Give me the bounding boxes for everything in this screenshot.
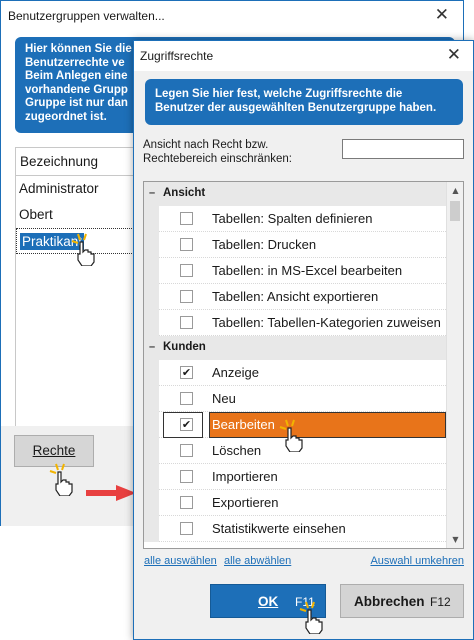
info-box: Legen Sie hier fest, welche Zugriffsrech… [145, 79, 463, 125]
rights-item-label: Tabellen: Spalten definieren [212, 211, 373, 226]
dialog-title: Zugriffsrechte [140, 49, 214, 63]
row-gutter [144, 386, 159, 412]
close-icon[interactable]: ✕ [447, 45, 461, 65]
row-gutter [144, 464, 159, 490]
cancel-button-label: Abbrechen [354, 594, 425, 609]
ok-button-label: OK [258, 594, 279, 609]
scroll-thumb[interactable] [450, 201, 460, 221]
rights-item-label: Neu [212, 391, 236, 406]
cancel-button[interactable]: Abbrechen F12 [340, 584, 464, 618]
red-arrow-icon [86, 485, 136, 501]
rights-item-label: Exportieren [212, 495, 279, 510]
access-rights-dialog: Zugriffsrechte ✕ Legen Sie hier fest, we… [133, 40, 474, 640]
checkbox-checked[interactable]: ✔ [180, 366, 193, 379]
checkbox[interactable] [180, 444, 193, 457]
rights-item[interactable]: ✔ Anzeige [144, 360, 446, 386]
row-gutter [144, 438, 159, 464]
checkbox-checked[interactable]: ✔ [180, 418, 193, 431]
rights-list[interactable]: – Ansicht Tabellen: Spalten definieren T… [143, 181, 464, 549]
rights-item[interactable]: Statistikwerte einsehen [144, 516, 446, 542]
rights-item[interactable]: Tabellen: Tabellen-Kategorien zuweisen [144, 310, 446, 336]
rights-item-label: Bearbeiten [212, 417, 275, 432]
scroll-down-icon[interactable]: ▼ [447, 531, 463, 548]
group-label: Kunden [163, 341, 206, 353]
filter-label: Ansicht nach Recht bzw. Rechtebereich ei… [143, 139, 292, 165]
rights-item-label: Tabellen: in MS-Excel bearbeiten [212, 263, 403, 278]
rights-item-label: Tabellen: Drucken [212, 237, 317, 252]
rights-item[interactable]: Tabellen: in MS-Excel bearbeiten [144, 258, 446, 284]
row-gutter [144, 516, 159, 542]
window-title: Benutzergruppen verwalten... [8, 9, 165, 23]
vertical-scrollbar[interactable]: ▲ ▼ [446, 182, 463, 548]
rechte-button-label: Rechte [32, 443, 76, 458]
row-gutter [144, 206, 159, 232]
cancel-shortcut-key: F12 [430, 595, 451, 609]
rights-item[interactable]: Importieren [144, 464, 446, 490]
rights-item-label: Importieren [212, 469, 278, 484]
checkbox[interactable] [180, 496, 193, 509]
rights-item-label: Anzeige [212, 365, 259, 380]
hand-cursor-icon [299, 601, 323, 634]
rights-item[interactable]: Tabellen: Drucken [144, 232, 446, 258]
rights-item-label: Tabellen: Ansicht exportieren [212, 289, 379, 304]
filter-input[interactable] [342, 139, 464, 159]
title-bar: Zugriffsrechte ✕ [134, 41, 473, 71]
rights-item-label: Tabellen: Tabellen-Kategorien zuweisen [212, 315, 441, 330]
rights-item-label: Statistikwerte einsehen [212, 521, 346, 536]
row-gutter [144, 310, 159, 336]
row-gutter [144, 412, 159, 438]
hand-cursor-icon [279, 419, 303, 452]
close-icon[interactable]: ✕ [435, 5, 449, 25]
rights-item[interactable]: Tabellen: Ansicht exportieren [144, 284, 446, 310]
row-gutter [144, 258, 159, 284]
rights-item[interactable]: Neu [144, 386, 446, 412]
checkbox[interactable] [180, 316, 193, 329]
rights-item-label: Löschen [212, 443, 262, 458]
collapse-icon[interactable]: – [149, 342, 158, 353]
rights-list-content: – Ansicht Tabellen: Spalten definieren T… [144, 182, 446, 542]
checkbox[interactable] [180, 212, 193, 225]
checkbox[interactable] [180, 238, 193, 251]
row-gutter [144, 232, 159, 258]
deselect-all-link[interactable]: alle abwählen [224, 555, 291, 567]
checkbox[interactable] [180, 522, 193, 535]
group-label: Ansicht [163, 187, 206, 199]
row-gutter [144, 284, 159, 310]
invert-selection-link[interactable]: Auswahl umkehren [370, 555, 464, 567]
group-header-kunden[interactable]: – Kunden [144, 336, 446, 360]
collapse-icon[interactable]: – [149, 188, 158, 199]
select-all-link[interactable]: alle auswählen [144, 555, 217, 567]
checkbox[interactable] [180, 290, 193, 303]
hand-cursor-icon [49, 463, 73, 496]
rights-item[interactable]: Exportieren [144, 490, 446, 516]
checkbox[interactable] [180, 470, 193, 483]
hand-cursor-icon [71, 233, 95, 266]
title-bar: Benutzergruppen verwalten... ✕ [1, 1, 463, 31]
row-gutter [144, 490, 159, 516]
group-header-ansicht[interactable]: – Ansicht [144, 182, 446, 206]
row-gutter [144, 360, 159, 386]
checkbox[interactable] [180, 264, 193, 277]
rights-item[interactable]: Tabellen: Spalten definieren [144, 206, 446, 232]
scroll-up-icon[interactable]: ▲ [447, 182, 463, 199]
checkbox[interactable] [180, 392, 193, 405]
